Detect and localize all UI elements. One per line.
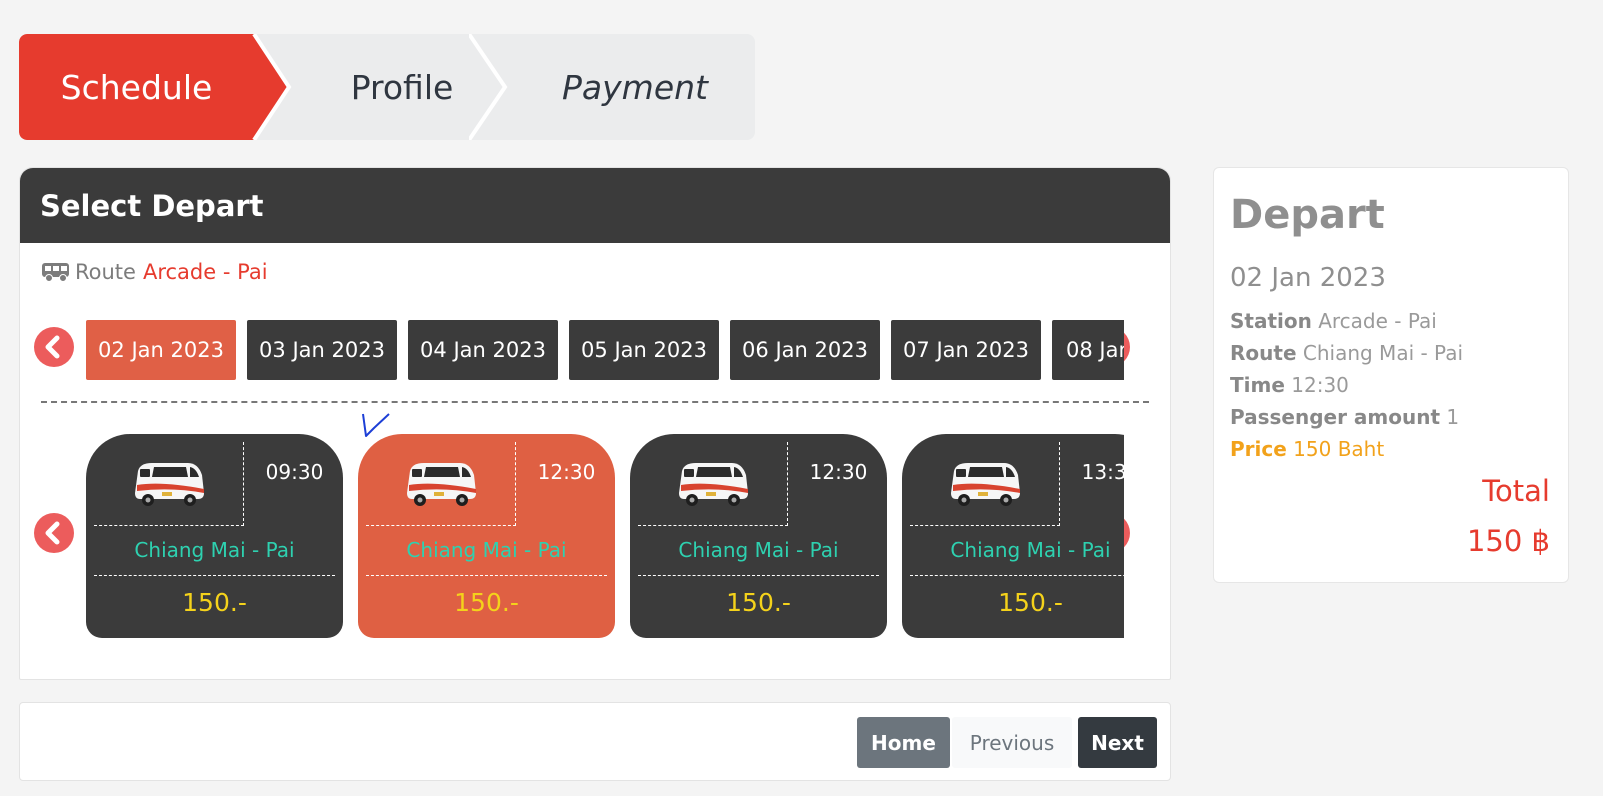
route-line: Route Arcade - Pai bbox=[41, 260, 268, 284]
trip-time: 09:30 bbox=[265, 460, 324, 484]
chevron-left-icon bbox=[45, 521, 60, 545]
summary-price: Price 150 Baht bbox=[1230, 437, 1384, 461]
trip-price: 150.- bbox=[454, 588, 519, 617]
summary-route: Route Chiang Mai - Pai bbox=[1230, 341, 1463, 365]
trip-strip: 09:30 Chiang Mai - Pai 150.- 12:30 Chiang Ma… bbox=[86, 434, 1124, 646]
trip-route: Chiang Mai - Pai bbox=[950, 538, 1111, 562]
route-value: Arcade - Pai bbox=[142, 260, 268, 284]
trip-time: 12:30 bbox=[809, 460, 868, 484]
van-icon bbox=[134, 462, 204, 506]
station-label: Station bbox=[1230, 309, 1312, 333]
date-button[interactable]: 04 Jan 2023 bbox=[408, 320, 558, 380]
step-separator bbox=[469, 34, 509, 140]
trip-price: 150.- bbox=[998, 588, 1063, 617]
card-divider bbox=[638, 575, 879, 576]
step-schedule[interactable]: Schedule bbox=[19, 34, 289, 140]
scribble-mark bbox=[362, 413, 390, 437]
passenger-label: Passenger amount bbox=[1230, 405, 1441, 429]
date-button[interactable]: 07 Jan 2023 bbox=[891, 320, 1041, 380]
summary-time: Time 12:30 bbox=[1230, 373, 1349, 397]
date-button[interactable]: 06 Jan 2023 bbox=[730, 320, 880, 380]
date-prev-button[interactable] bbox=[34, 327, 74, 367]
total-label: Total bbox=[1482, 474, 1550, 508]
price-label: Price bbox=[1230, 437, 1287, 461]
next-button[interactable]: Next bbox=[1078, 717, 1157, 768]
summary-passenger: Passenger amount 1 bbox=[1230, 405, 1459, 429]
time-value: 12:30 bbox=[1291, 373, 1349, 397]
van-image bbox=[366, 442, 516, 526]
van-image bbox=[638, 442, 788, 526]
van-icon bbox=[950, 462, 1020, 506]
step-separator bbox=[251, 34, 292, 140]
trip-route: Chiang Mai - Pai bbox=[134, 538, 295, 562]
summary-date: 02 Jan 2023 bbox=[1230, 263, 1386, 293]
van-icon bbox=[678, 462, 748, 506]
card-divider bbox=[910, 575, 1124, 576]
summary-title: Depart bbox=[1230, 192, 1385, 238]
passenger-value: 1 bbox=[1446, 405, 1460, 429]
dashed-divider bbox=[41, 401, 1149, 403]
route-label: Route bbox=[1230, 341, 1297, 365]
trip-prev-button[interactable] bbox=[34, 513, 74, 553]
bus-icon bbox=[42, 263, 69, 282]
card-divider bbox=[94, 575, 335, 576]
step-payment-label: Payment bbox=[562, 67, 708, 107]
van-image bbox=[910, 442, 1060, 526]
route-value: Chiang Mai - Pai bbox=[1302, 341, 1464, 365]
trip-card[interactable]: 13:30 Chiang Mai - Pai 150.- bbox=[902, 434, 1124, 638]
date-strip: 02 Jan 2023 03 Jan 2023 04 Jan 2023 05 Jan … bbox=[86, 320, 1124, 382]
summary-station: Station Arcade - Pai bbox=[1230, 309, 1437, 333]
card-divider bbox=[366, 575, 607, 576]
previous-button[interactable]: Previous bbox=[952, 717, 1072, 768]
trip-route: Chiang Mai - Pai bbox=[678, 538, 839, 562]
trip-route: Chiang Mai - Pai bbox=[406, 538, 567, 562]
chevron-left-icon bbox=[45, 335, 60, 359]
trip-price: 150.- bbox=[182, 588, 247, 617]
date-button[interactable]: 03 Jan 2023 bbox=[247, 320, 397, 380]
date-button[interactable]: 02 Jan 2023 bbox=[86, 320, 236, 380]
nav-bar: Home Previous Next bbox=[19, 702, 1171, 781]
date-button[interactable]: 08 Jan 2023 bbox=[1052, 320, 1124, 380]
trip-card[interactable]: 12:30 Chiang Mai - Pai 150.- bbox=[358, 434, 615, 638]
date-button[interactable]: 05 Jan 2023 bbox=[569, 320, 719, 380]
panel-title: Select Depart bbox=[40, 188, 264, 223]
van-image bbox=[94, 442, 244, 526]
step-profile-label: Profile bbox=[350, 67, 454, 107]
trip-price: 150.- bbox=[726, 588, 791, 617]
depart-summary: Depart 02 Jan 2023 Station Arcade - Pai … bbox=[1213, 167, 1569, 583]
total-value: 150 ฿ bbox=[1466, 524, 1550, 558]
station-value: Arcade - Pai bbox=[1318, 309, 1437, 333]
step-payment[interactable]: Payment bbox=[515, 34, 755, 140]
time-label: Time bbox=[1230, 373, 1285, 397]
trip-card[interactable]: 12:30 Chiang Mai - Pai 150.- bbox=[630, 434, 887, 638]
trip-time: 12:30 bbox=[537, 460, 596, 484]
step-schedule-label: Schedule bbox=[60, 67, 213, 107]
home-button[interactable]: Home bbox=[857, 717, 950, 768]
panel-header: Select Depart bbox=[20, 168, 1170, 243]
select-depart-panel: Select Depart Route Arcade - Pai 02 Jan … bbox=[19, 167, 1171, 680]
route-label: Route bbox=[75, 260, 136, 284]
booking-steps: Profile Payment Schedule bbox=[19, 34, 755, 140]
trip-time: 13:30 bbox=[1081, 460, 1124, 484]
van-icon bbox=[406, 462, 476, 506]
trip-card[interactable]: 09:30 Chiang Mai - Pai 150.- bbox=[86, 434, 343, 638]
price-value: 150 Baht bbox=[1293, 437, 1385, 461]
